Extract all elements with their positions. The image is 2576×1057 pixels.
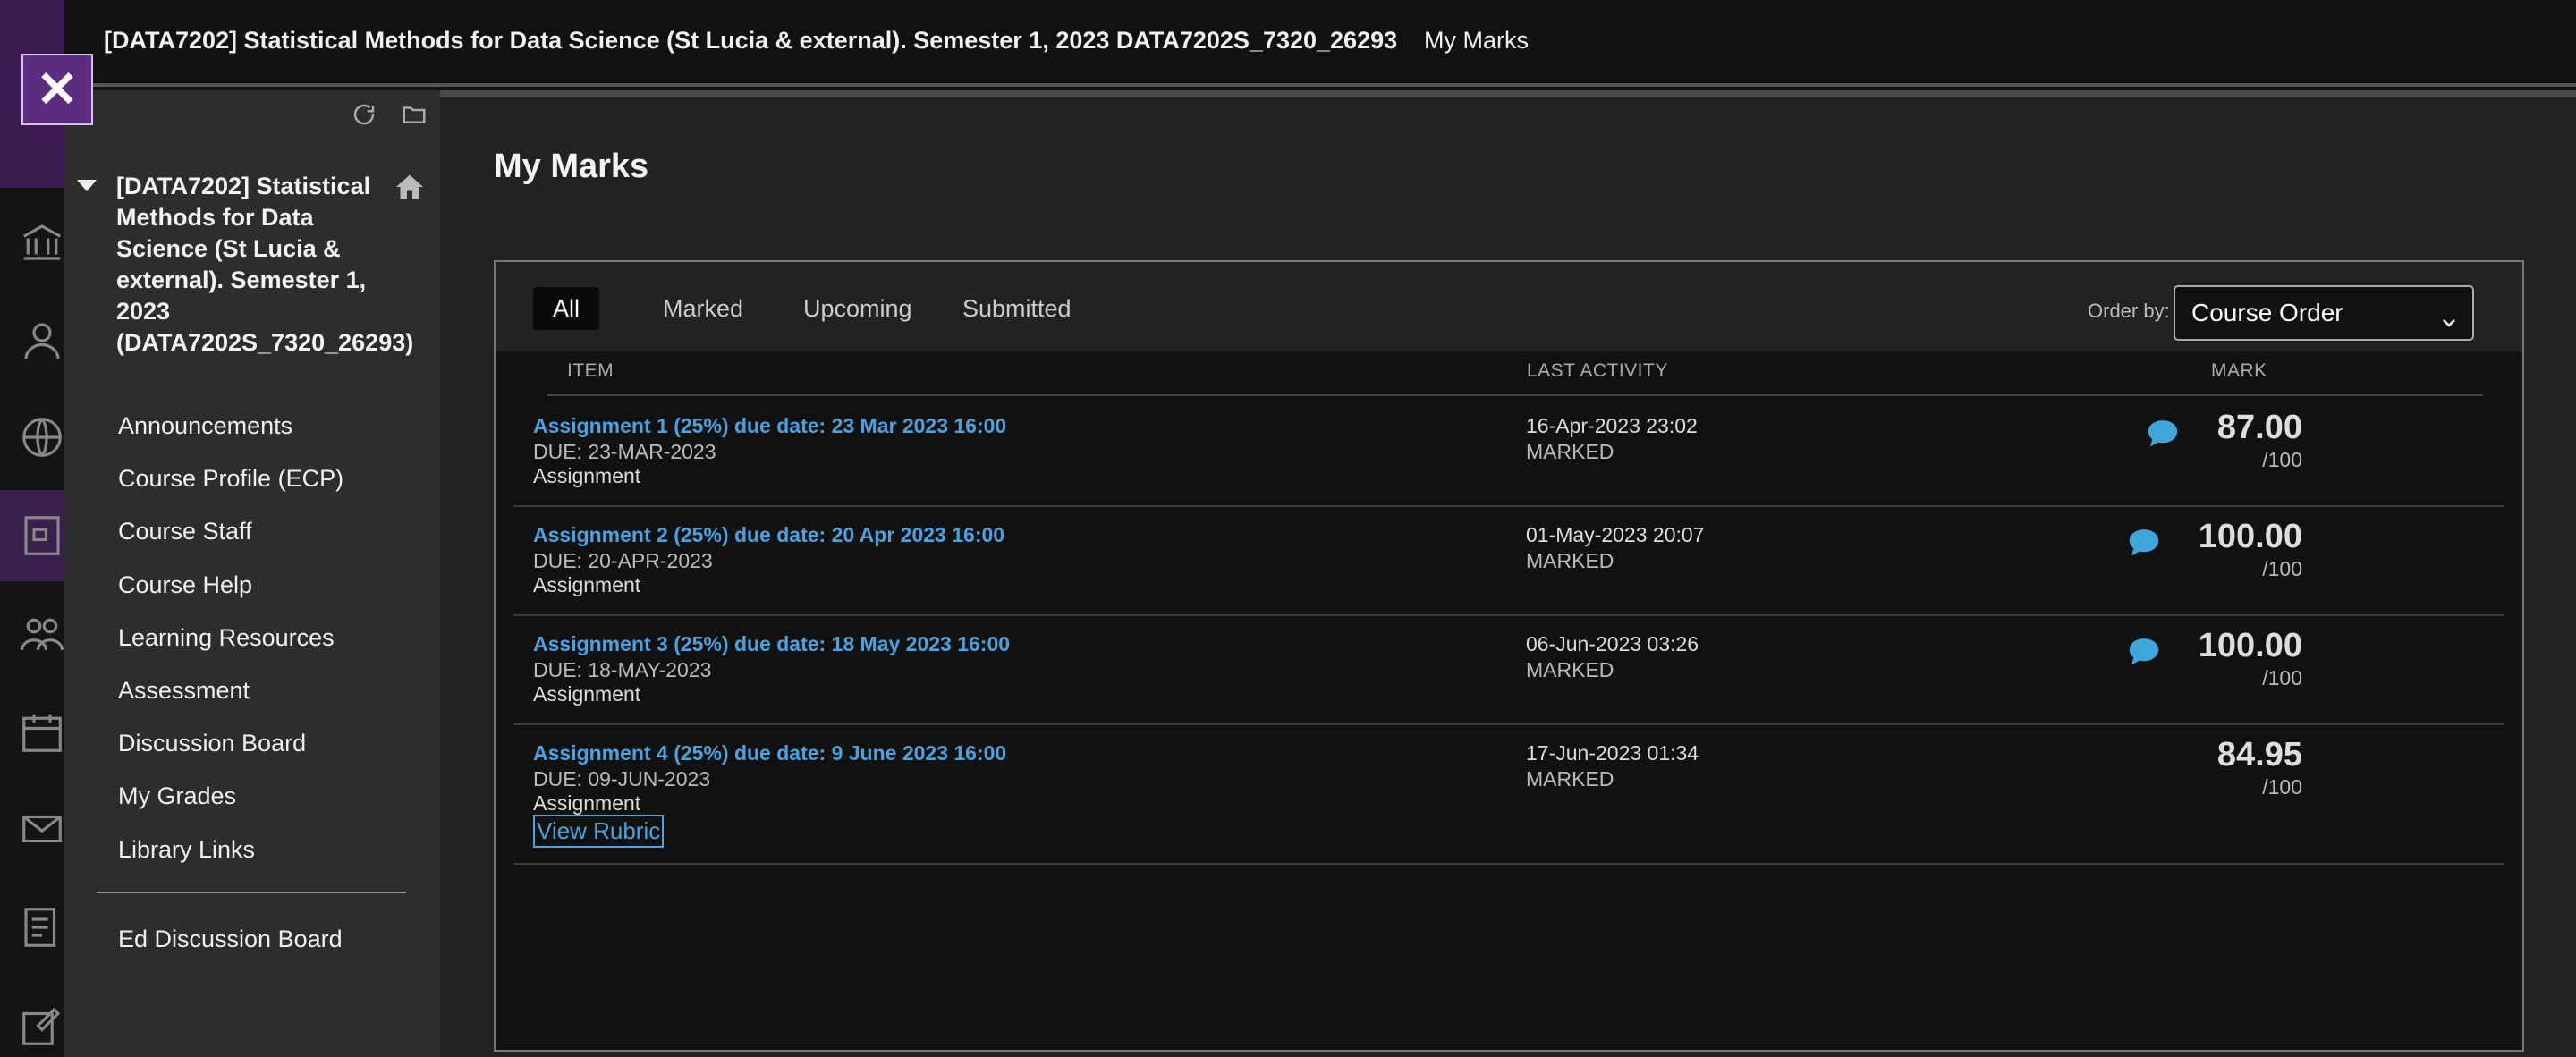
column-header-mark: MARK bbox=[2211, 360, 2267, 381]
horizontal-scrollbar[interactable] bbox=[440, 90, 2576, 97]
institution-icon[interactable] bbox=[18, 218, 66, 266]
marks-row: Assignment 1 (25%) due date: 23 Mar 2023… bbox=[513, 398, 2504, 507]
header-divider bbox=[547, 394, 2483, 396]
assignment-link[interactable]: Assignment 4 (25%) due date: 9 June 2023… bbox=[533, 741, 1006, 765]
tab-marked[interactable]: Marked bbox=[643, 287, 763, 330]
comment-icon[interactable] bbox=[2127, 527, 2161, 557]
mark-value: 100.00 bbox=[2198, 627, 2302, 664]
tab-submitted[interactable]: Submitted bbox=[943, 287, 1091, 330]
item-type: Assignment bbox=[533, 464, 641, 487]
refresh-icon[interactable] bbox=[351, 101, 377, 128]
mark-value: 87.00 bbox=[2216, 409, 2302, 446]
item-type: Assignment bbox=[533, 573, 641, 596]
item-type: Assignment bbox=[533, 791, 641, 815]
tab-upcoming[interactable]: Upcoming bbox=[784, 287, 932, 330]
tab-all[interactable]: All bbox=[533, 287, 600, 330]
globe-icon[interactable] bbox=[18, 413, 66, 461]
comment-icon[interactable] bbox=[2146, 418, 2180, 448]
left-rail bbox=[0, 0, 64, 1057]
page-title: My Marks bbox=[494, 148, 649, 185]
mark-out-of: /100 bbox=[2262, 557, 2302, 580]
mark-value: 84.95 bbox=[2216, 736, 2302, 774]
messages-icon[interactable] bbox=[18, 805, 66, 853]
column-header-last-activity: LAST ACTIVITY bbox=[1527, 360, 1668, 381]
course-menu-item-library-links[interactable]: Library Links bbox=[118, 824, 343, 876]
activity-status: MARKED bbox=[1526, 549, 1614, 572]
course-menu-item-learning-resources[interactable]: Learning Resources bbox=[118, 612, 343, 664]
top-bar: [DATA7202] Statistical Methods for Data … bbox=[64, 0, 2576, 87]
course-menu-item-assessment[interactable]: Assessment bbox=[118, 664, 343, 717]
home-icon[interactable] bbox=[394, 171, 426, 203]
breadcrumb-page: My Marks bbox=[1424, 27, 1529, 54]
order-by-value: Course Order bbox=[2191, 299, 2343, 326]
item-type: Assignment bbox=[533, 682, 641, 706]
last-activity-date: 01-May-2023 20:07 bbox=[1526, 523, 1705, 546]
course-menu-item-announcements[interactable]: Announcements bbox=[118, 400, 343, 452]
due-date: DUE: 18-MAY-2023 bbox=[533, 658, 712, 681]
close-course-menu-button[interactable]: ✕ bbox=[21, 54, 93, 125]
course-menu: Announcements Course Profile (ECP) Cours… bbox=[118, 400, 343, 876]
course-menu-item-ed-discussion-board[interactable]: Ed Discussion Board bbox=[118, 926, 343, 953]
mark-out-of: /100 bbox=[2262, 775, 2302, 799]
groups-icon[interactable] bbox=[18, 610, 66, 658]
edit-icon[interactable] bbox=[18, 1002, 66, 1050]
collapse-caret-icon[interactable] bbox=[77, 180, 97, 191]
last-activity-date: 16-Apr-2023 23:02 bbox=[1526, 414, 1698, 437]
filter-bar: All Marked Upcoming Submitted Order by: … bbox=[496, 262, 2522, 351]
marks-row: Assignment 2 (25%) due date: 20 Apr 2023… bbox=[513, 507, 2504, 616]
profile-icon[interactable] bbox=[18, 317, 66, 365]
assignment-link[interactable]: Assignment 2 (25%) due date: 20 Apr 2023… bbox=[533, 523, 1004, 547]
course-menu-item-course-help[interactable]: Course Help bbox=[118, 559, 343, 612]
chevron-down-icon bbox=[2438, 300, 2460, 327]
activity-status: MARKED bbox=[1526, 440, 1614, 463]
column-header-item: ITEM bbox=[567, 360, 614, 381]
marks-row: Assignment 3 (25%) due date: 18 May 2023… bbox=[513, 616, 2504, 725]
order-by-label: Order by: bbox=[2088, 300, 2170, 322]
order-by-select[interactable]: Course Order bbox=[2174, 285, 2474, 341]
due-date: DUE: 09-JUN-2023 bbox=[533, 767, 711, 791]
mark-out-of: /100 bbox=[2262, 448, 2302, 471]
activity-status: MARKED bbox=[1526, 658, 1614, 681]
menu-divider bbox=[97, 892, 406, 893]
due-date: DUE: 20-APR-2023 bbox=[533, 549, 713, 572]
due-date: DUE: 23-MAR-2023 bbox=[533, 440, 716, 463]
last-activity-date: 06-Jun-2023 03:26 bbox=[1526, 632, 1699, 655]
comment-icon[interactable] bbox=[2127, 636, 2161, 666]
assignment-link[interactable]: Assignment 1 (25%) due date: 23 Mar 2023… bbox=[533, 414, 1006, 438]
activity-status: MARKED bbox=[1526, 767, 1614, 791]
folder-icon[interactable] bbox=[401, 101, 428, 128]
grades-icon[interactable] bbox=[18, 903, 66, 951]
calendar-icon[interactable] bbox=[18, 708, 66, 757]
marks-panel: All Marked Upcoming Submitted Order by: … bbox=[494, 260, 2524, 1052]
mark-out-of: /100 bbox=[2262, 666, 2302, 689]
main-content: My Marks All Marked Upcoming Submitted O… bbox=[440, 90, 2576, 1057]
course-menu-item-course-staff[interactable]: Course Staff bbox=[118, 505, 343, 558]
last-activity-date: 17-Jun-2023 01:34 bbox=[1526, 741, 1699, 765]
marks-row: Assignment 4 (25%) due date: 9 June 2023… bbox=[513, 725, 2504, 865]
breadcrumb-course[interactable]: [DATA7202] Statistical Methods for Data … bbox=[104, 27, 1397, 55]
assignment-link[interactable]: Assignment 3 (25%) due date: 18 May 2023… bbox=[533, 632, 1010, 656]
course-menu-item-course-profile[interactable]: Course Profile (ECP) bbox=[118, 452, 343, 505]
course-title[interactable]: [DATA7202] Statistical Methods for Data … bbox=[116, 171, 413, 359]
course-menu-item-discussion-board[interactable]: Discussion Board bbox=[118, 717, 343, 770]
course-nav-tools bbox=[351, 101, 428, 128]
course-menu-item-my-grades[interactable]: My Grades bbox=[118, 770, 343, 823]
view-rubric-link[interactable]: View Rubric bbox=[533, 815, 665, 848]
course-navigation-panel: [DATA7202] Statistical Methods for Data … bbox=[64, 90, 440, 1057]
courses-icon[interactable] bbox=[18, 512, 66, 560]
mark-value: 100.00 bbox=[2198, 518, 2302, 555]
